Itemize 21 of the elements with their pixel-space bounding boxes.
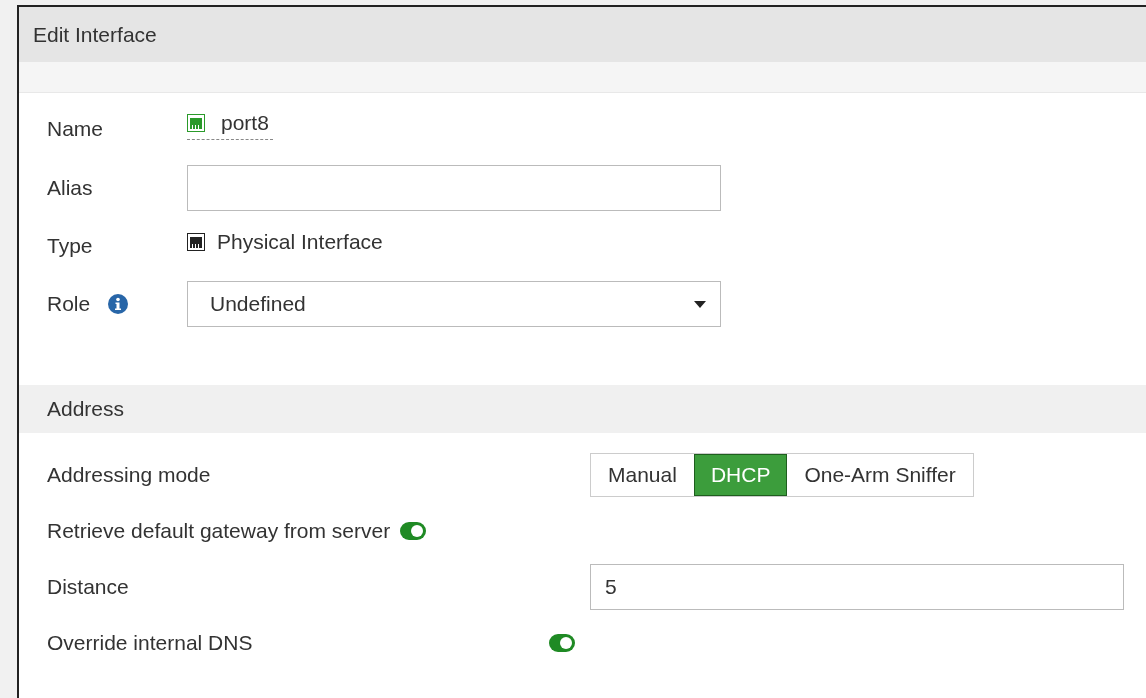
distance-field[interactable]: 5 [590,564,1124,610]
field-label: Retrieve default gateway from server [47,519,391,543]
interface-name: port8 [221,110,269,135]
interface-type: Physical Interface [217,230,383,254]
window-title: Edit Interface [19,7,1146,62]
field-label: Distance [47,575,130,599]
toggle-switch[interactable] [549,634,575,652]
caret-icon [694,300,706,308]
section-header: Address [19,385,1146,433]
port-icon [187,113,205,132]
port-icon [187,233,205,251]
field-label: Name [47,117,105,141]
field-label: Role [47,292,91,316]
info-icon[interactable] [108,294,129,314]
alias-field[interactable] [187,165,721,211]
field-label: Addressing mode [47,463,212,487]
field-label: Override internal DNS [47,631,253,655]
field-label: Type [47,234,94,258]
role-dropdown[interactable]: Undefined [187,281,721,327]
field-label: Alias [47,176,94,200]
toggle-switch[interactable] [400,522,427,540]
